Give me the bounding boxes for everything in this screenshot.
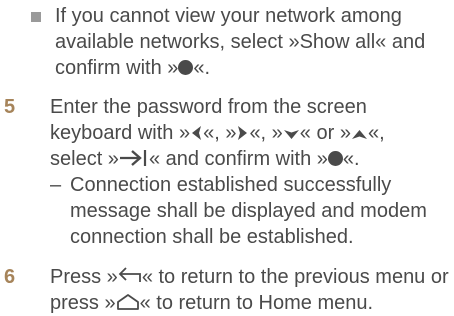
step-text-fragment: press » (50, 292, 116, 314)
result-line: connection shall be established. (70, 226, 354, 248)
step-line: Press » « to return to the previous menu … (50, 264, 452, 290)
step-text-fragment: «. (342, 148, 360, 170)
step-line: Enter the password from the screen (50, 96, 367, 118)
square-bullet-icon (31, 12, 41, 22)
filled-circle-icon (327, 151, 343, 166)
step-text-fragment: keyboard with » (50, 122, 191, 144)
step-body: Enter the password from the screen keybo… (50, 94, 452, 250)
result-line: Connection established successfully (70, 174, 392, 196)
step-text-fragment: « to return to the previous menu or (141, 266, 449, 288)
step-text-fragment: «, (367, 122, 385, 144)
note-line: If you cannot view your network among (55, 5, 402, 27)
step-text-fragment: «, » (249, 122, 283, 144)
note-line: confirm with » «. (55, 55, 451, 81)
step-number: 6 (4, 266, 16, 288)
step-text-fragment: « to return to Home menu. (139, 292, 374, 314)
step-5: 5 Enter the password from the screen key… (4, 94, 452, 250)
manual-page: If you cannot view your network among av… (0, 0, 454, 316)
note-text-fragment: confirm with » (55, 57, 179, 79)
note-text-fragment: «. (193, 57, 211, 79)
step-text-fragment: « or » (299, 122, 351, 144)
note-line: available networks, select »Show all« an… (55, 31, 426, 53)
step-text-fragment: « and confirm with » (148, 148, 328, 170)
step-body: Press » « to return to the previous menu … (50, 264, 452, 316)
step-text-fragment: select » (50, 148, 119, 170)
arrow-right-icon (236, 125, 249, 141)
arrow-to-bar-icon (119, 149, 149, 167)
result-line: message shall be displayed and modem (70, 200, 427, 222)
arrow-left-icon (190, 125, 203, 141)
step-6: 6 Press » « to return to the previous men… (4, 264, 452, 316)
note-bullet-item: If you cannot view your network among av… (31, 3, 451, 81)
step-line: keyboard with » «, » «, » « or » «, (50, 120, 452, 146)
note-text: If you cannot view your network among av… (55, 3, 451, 81)
step-number: 5 (4, 96, 16, 118)
home-icon (116, 293, 140, 311)
arrow-down-icon (283, 128, 300, 141)
step-text-fragment: Press » (50, 266, 118, 288)
step-line: select » « and confirm with » «. (50, 146, 452, 172)
step-line: press » « to return to Home menu. (50, 290, 452, 316)
back-arrow-icon (118, 267, 142, 285)
arrow-up-icon (351, 128, 368, 141)
result-item: – Connection established successfully me… (50, 172, 452, 250)
dash-bullet: – (50, 174, 62, 196)
filled-circle-icon (178, 60, 194, 75)
step-text-fragment: «, » (203, 122, 237, 144)
